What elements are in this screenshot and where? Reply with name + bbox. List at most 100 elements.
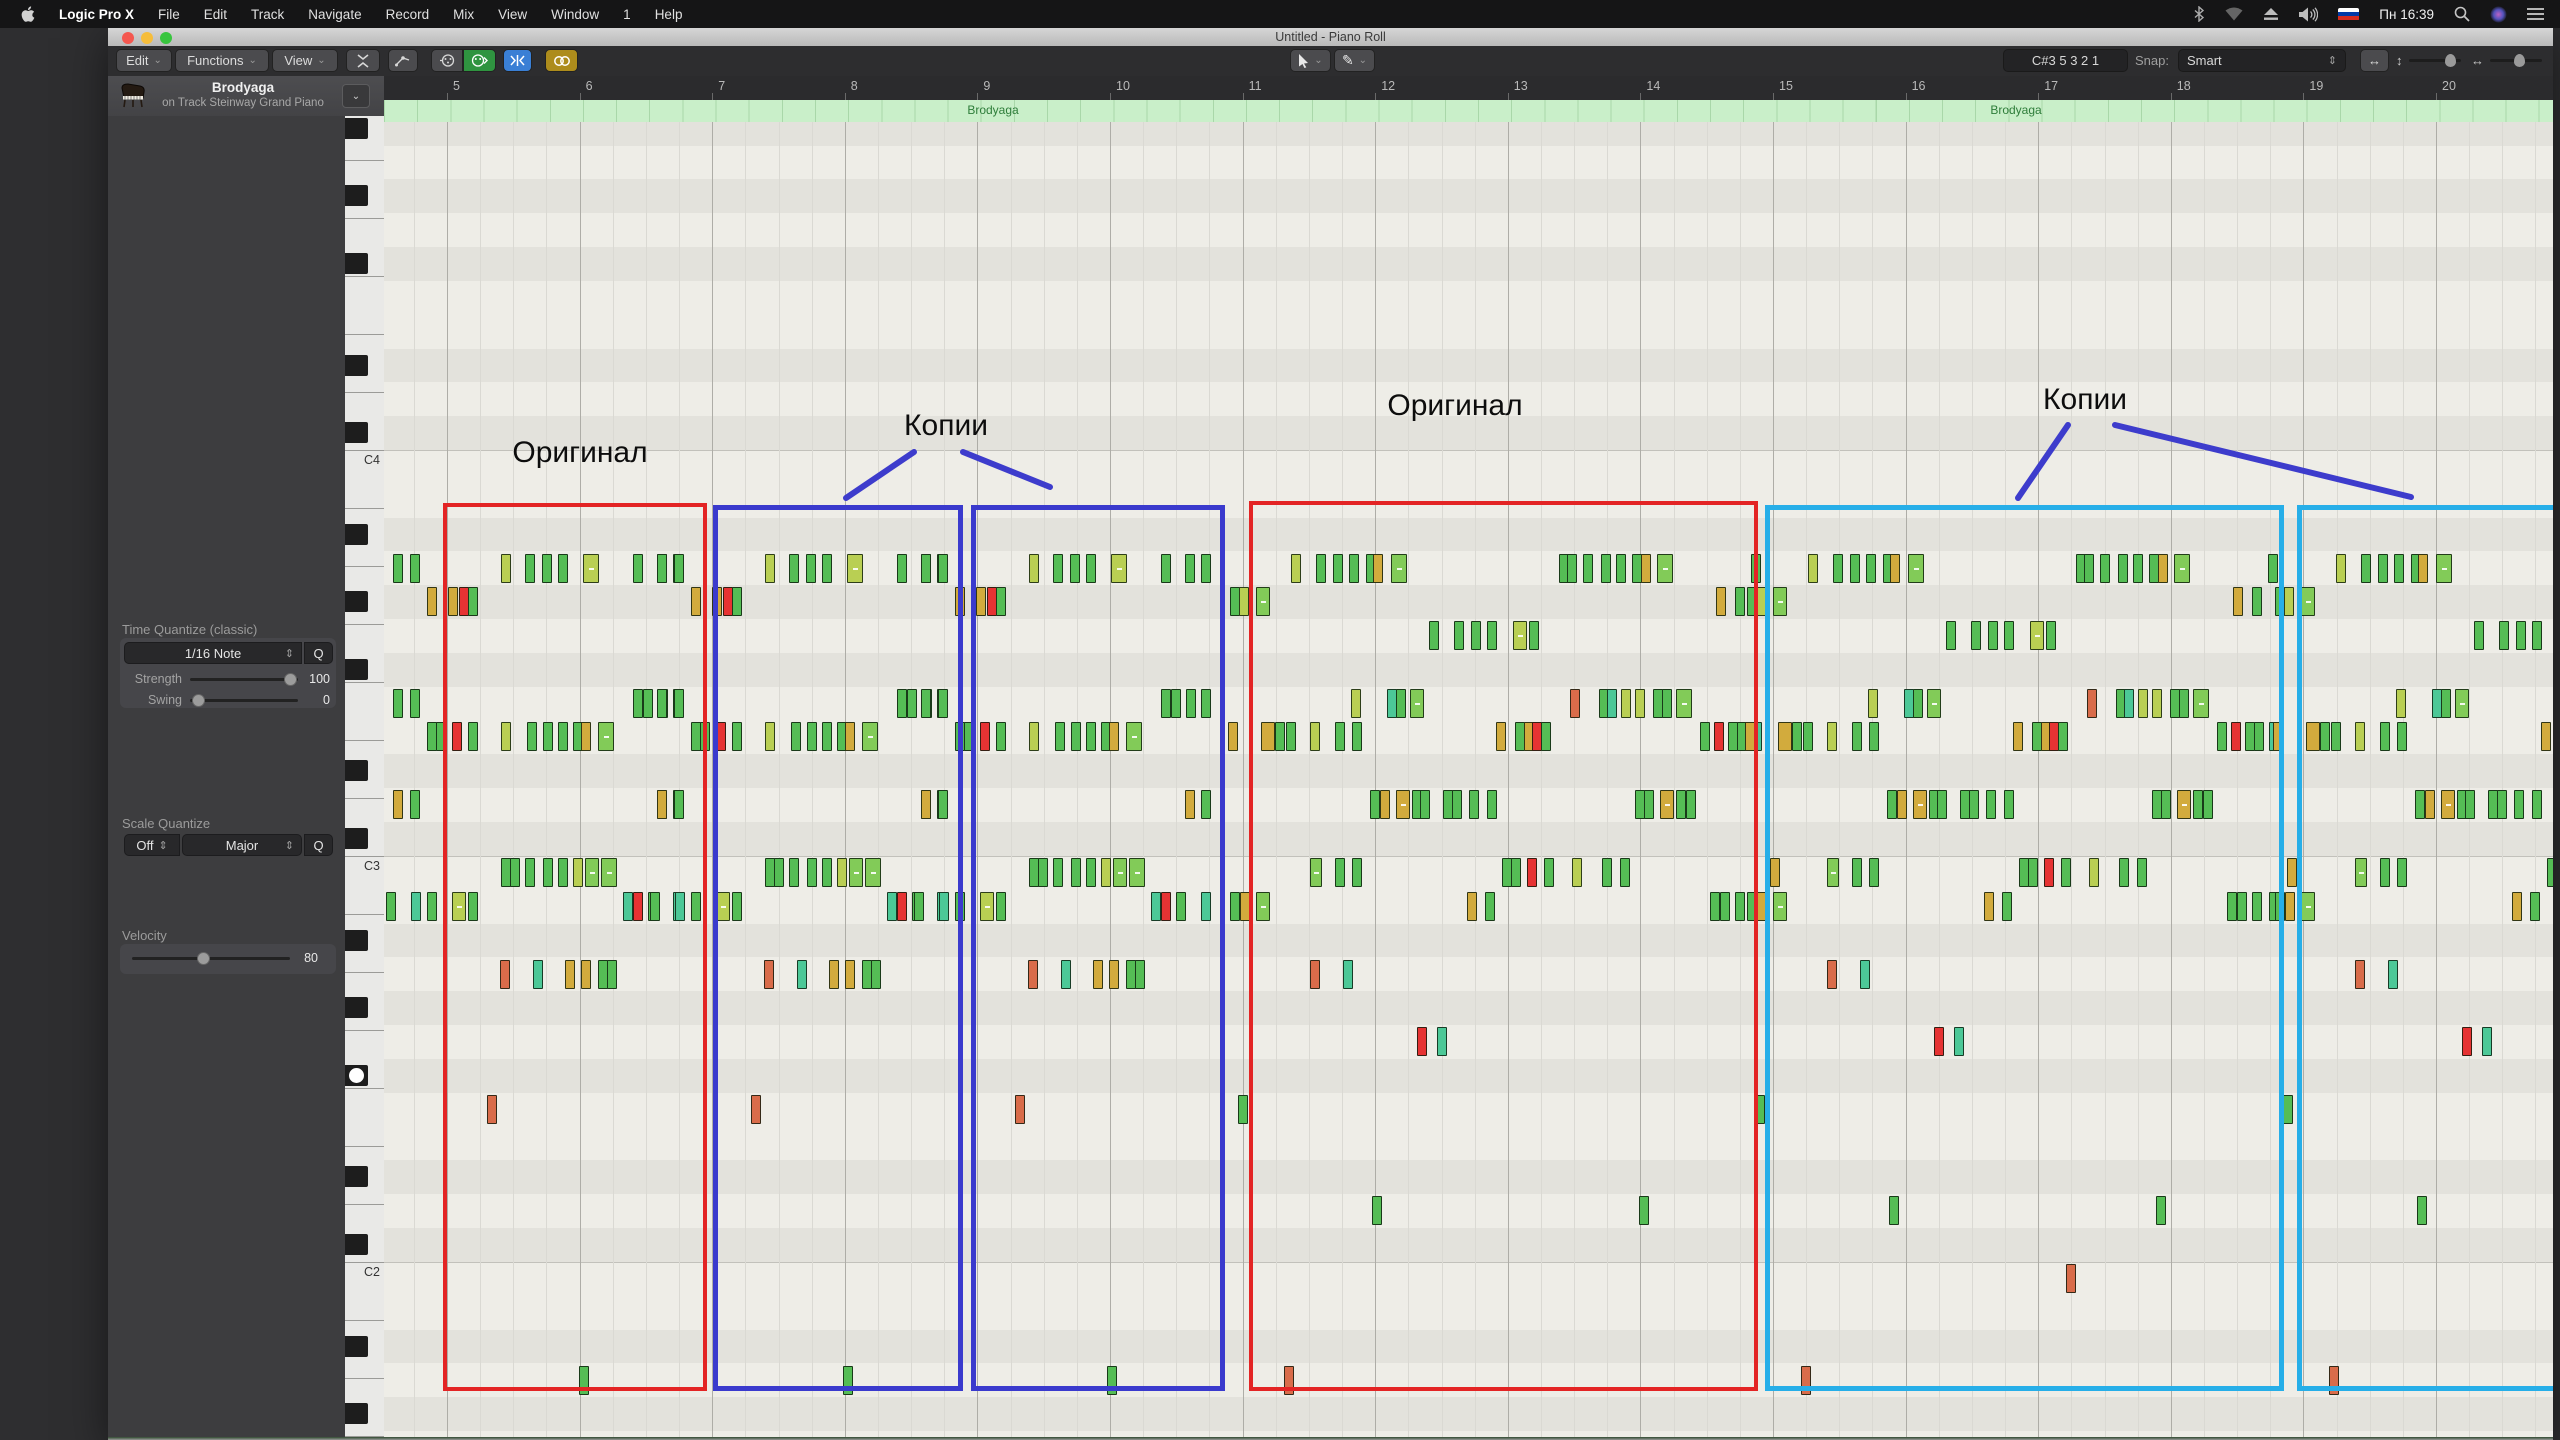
black-key[interactable] xyxy=(345,828,368,850)
edit-menu-button[interactable]: Edit ⌄ xyxy=(116,49,172,72)
track-header: Brodyaga on Track Steinway Grand Piano ⌄ xyxy=(108,76,384,117)
link-chain-icon xyxy=(553,55,570,66)
snap-label: Snap: xyxy=(2135,53,2169,68)
black-key[interactable] xyxy=(345,1234,368,1256)
menu-item[interactable]: Help xyxy=(655,7,683,22)
spotlight-search-icon[interactable] xyxy=(2454,6,2470,22)
window-title-bar[interactable]: Untitled - Piano Roll xyxy=(108,28,2553,46)
black-key[interactable] xyxy=(345,253,368,275)
strength-value: 100 xyxy=(309,672,330,686)
time-quantize-value: 1/16 Note xyxy=(184,645,242,661)
bar-tick xyxy=(1905,93,1907,100)
piano-roll-window: Untitled - Piano Roll Edit ⌄ Functions ⌄ V… xyxy=(108,28,2553,1440)
black-key[interactable] xyxy=(345,1064,368,1086)
menu-item[interactable]: 1 xyxy=(623,7,631,22)
midi-in-button[interactable] xyxy=(431,49,463,72)
bar-ruler[interactable]: 5 6 7 8 9 10 11 12 13 14 15 16 17 18 19 20 xyxy=(384,76,2553,100)
track-header-menu-button[interactable]: ⌄ xyxy=(342,84,370,108)
annotation-pointer-line xyxy=(2015,422,2071,501)
menu-item[interactable]: Mix xyxy=(453,7,474,22)
annotation-pointer-line xyxy=(2112,422,2414,500)
menu-item[interactable]: Edit xyxy=(204,7,227,22)
vertical-zoom-track[interactable] xyxy=(2408,54,2461,67)
time-quantize-apply-button[interactable]: Q xyxy=(304,642,333,664)
horizontal-zoom-knob[interactable] xyxy=(2514,54,2525,67)
black-key[interactable] xyxy=(345,591,368,613)
apple-logo-icon[interactable] xyxy=(20,5,35,23)
white-key-separator xyxy=(345,566,384,567)
eject-icon[interactable] xyxy=(2263,7,2279,21)
catch-playhead-button[interactable] xyxy=(503,49,532,72)
black-key[interactable] xyxy=(345,185,368,207)
black-key[interactable] xyxy=(345,354,368,376)
scale-quantize-root-select[interactable]: Off ⇕ xyxy=(124,834,180,856)
menu-item[interactable]: File xyxy=(158,7,180,22)
zoom-button[interactable] xyxy=(160,31,172,44)
black-key[interactable] xyxy=(345,1166,368,1188)
menu-item[interactable]: View xyxy=(498,7,527,22)
swing-label: Swing xyxy=(147,693,182,707)
midi-draw-button[interactable] xyxy=(388,49,418,72)
annotation-pointer-line xyxy=(960,449,1053,490)
siri-icon[interactable] xyxy=(2490,6,2507,23)
scale-quantize-scale-select[interactable]: Major ⇕ xyxy=(182,834,302,856)
menu-clock[interactable]: Пн 16:39 xyxy=(2379,7,2434,22)
minimize-button[interactable] xyxy=(141,31,153,44)
region-strip[interactable]: Brodyaga Brodyaga xyxy=(384,100,2553,123)
velocity-knob[interactable] xyxy=(197,951,211,965)
bluetooth-icon[interactable] xyxy=(2193,6,2205,22)
swing-knob[interactable] xyxy=(191,693,205,707)
white-key-separator xyxy=(345,276,384,277)
white-key-separator xyxy=(345,856,384,857)
black-key[interactable] xyxy=(345,929,368,951)
black-key[interactable] xyxy=(345,760,368,782)
bar-tick xyxy=(1507,93,1509,100)
menu-item[interactable]: Record xyxy=(386,7,430,22)
black-key[interactable] xyxy=(345,523,368,545)
chevron-down-icon: ⌄ xyxy=(1314,55,1323,66)
snap-select[interactable]: Smart ⇕ xyxy=(2178,49,2346,72)
menu-item[interactable]: Navigate xyxy=(308,7,361,22)
menu-item[interactable]: Window xyxy=(551,7,599,22)
velocity-slider[interactable] xyxy=(132,951,290,965)
close-button[interactable] xyxy=(122,31,134,44)
horizontal-zoom-track[interactable] xyxy=(2490,54,2542,67)
snap-value: Smart xyxy=(2187,53,2222,68)
scale-value: Major xyxy=(225,837,259,853)
black-key[interactable] xyxy=(345,658,368,680)
functions-menu-button[interactable]: Functions ⌄ xyxy=(175,49,269,72)
horizontal-zoom-slider[interactable]: ↔ xyxy=(2471,49,2542,72)
white-key-separator xyxy=(345,1378,384,1379)
swing-slider[interactable] xyxy=(190,693,298,707)
bar-tick xyxy=(2436,93,2437,100)
strength-slider[interactable] xyxy=(190,672,298,686)
wifi-icon[interactable] xyxy=(2225,7,2243,21)
bar-number: 12 xyxy=(1381,79,1396,93)
vertical-zoom-knob[interactable] xyxy=(2444,54,2456,67)
piano-keyboard[interactable]: C4 C3 C2 xyxy=(345,116,385,1437)
scale-quantize-apply-button[interactable]: Q xyxy=(304,834,333,856)
menu-item[interactable]: Track xyxy=(251,7,284,22)
black-key[interactable] xyxy=(345,1403,368,1425)
collapse-mode-button[interactable] xyxy=(346,49,380,72)
view-menu-button[interactable]: View ⌄ xyxy=(272,49,338,72)
chevron-down-icon: ⌄ xyxy=(1358,55,1368,66)
input-language-flag-ru[interactable] xyxy=(2338,7,2360,21)
pencil-tool-selector[interactable]: ✎ ⌄ xyxy=(1334,49,1375,72)
notification-center-icon[interactable] xyxy=(2527,7,2544,21)
volume-icon[interactable] xyxy=(2299,6,2319,22)
black-key[interactable] xyxy=(345,1335,368,1357)
white-key-separator xyxy=(345,508,384,509)
vertical-zoom-slider[interactable]: ↕ xyxy=(2396,49,2461,72)
auto-zoom-button[interactable]: ↔ xyxy=(2360,49,2389,72)
black-key[interactable] xyxy=(345,997,368,1019)
note-grid[interactable]: Оригинал Копии Оригинал Копии xyxy=(384,122,2553,1437)
pointer-tool-selector[interactable]: ⌄ xyxy=(1290,49,1331,72)
black-key[interactable] xyxy=(345,117,368,139)
midi-out-button[interactable] xyxy=(463,49,496,72)
link-button[interactable] xyxy=(545,49,578,72)
chevron-down-icon: ⌄ xyxy=(248,55,257,66)
black-key[interactable] xyxy=(345,422,368,444)
time-quantize-select[interactable]: 1/16 Note ⇕ xyxy=(124,642,302,664)
menu-app-name[interactable]: Logic Pro X xyxy=(59,7,134,22)
